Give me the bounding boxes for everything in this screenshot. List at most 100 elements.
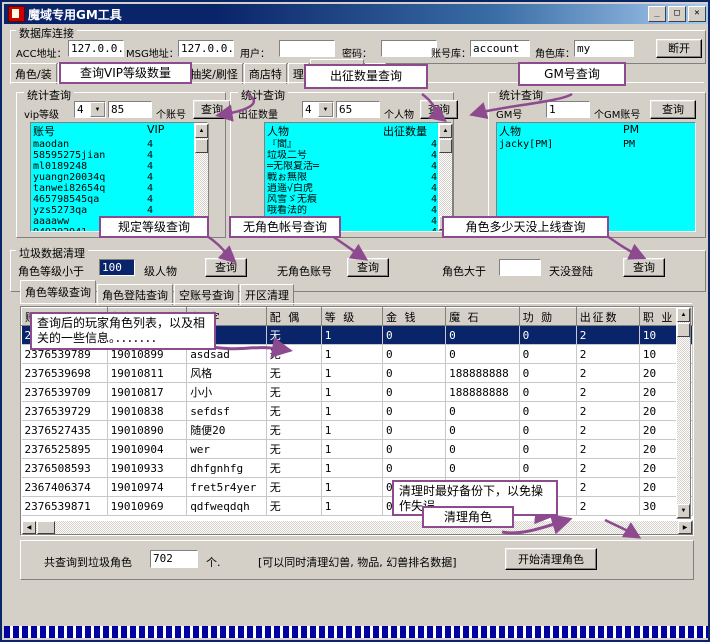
start-cleanup-button[interactable]: 开始清理角色 — [505, 548, 597, 570]
list-item[interactable]: 垃圾二号4 — [265, 150, 451, 161]
list-item[interactable]: yuangn20034q4 — [31, 172, 207, 183]
level-threshold-input[interactable]: 100 — [99, 259, 135, 276]
vip-list-scrollbar[interactable]: ▲ ▼ — [194, 123, 209, 231]
table-row[interactable]: 2367406374 19010974 fret5r4yer 无 1 0 0 0… — [22, 478, 693, 497]
gm-number-input[interactable]: 1 — [546, 101, 590, 118]
cell-level: 1 — [321, 459, 382, 478]
battle-query-button[interactable]: 查询 — [420, 100, 458, 119]
table-row[interactable]: 2376539729 19010838 sefdsf 无 1 0 0 0 2 2… — [22, 402, 693, 421]
scroll-thumb-h[interactable] — [37, 521, 55, 534]
msg-address-input[interactable]: 127.0.0.1 — [178, 40, 234, 57]
grid-vertical-scrollbar[interactable]: ▲ ▼ — [676, 307, 691, 519]
tab-empty-account-query[interactable]: 空账号查询 — [174, 284, 239, 305]
list-item[interactable]: 465798545qa4 — [31, 194, 207, 205]
vip-level-combo[interactable]: 4 ▼ — [74, 101, 106, 118]
scroll-up-icon[interactable]: ▲ — [195, 124, 208, 138]
cell-merit: 0 — [519, 364, 576, 383]
col-magic-stone[interactable]: 魔 石 — [446, 308, 519, 326]
list-item[interactable]: 戰ぉ無限4 — [265, 172, 451, 183]
col-money[interactable]: 金 钱 — [382, 308, 445, 326]
cell-money: 0 — [382, 364, 445, 383]
cell-role-id: 19010838 — [107, 402, 187, 421]
cell-name: wer — [187, 440, 267, 459]
footer-hint-label: [可以同时清理幻兽, 物品, 幻兽排名数据] — [258, 554, 457, 570]
list-item[interactable]: 哦看法的4 — [265, 205, 451, 216]
tab-role-equip[interactable]: 角色/装 — [10, 63, 57, 84]
scroll-thumb[interactable] — [195, 139, 208, 153]
cell-magic-stone: 0 — [446, 326, 519, 345]
list-item[interactable]: 58595275jian4 — [31, 150, 207, 161]
total-count-input[interactable]: 702 — [150, 550, 198, 568]
tab-lottery-monster[interactable]: 抽奖/刷怪 — [185, 63, 243, 84]
scroll-up-icon[interactable]: ▲ — [439, 124, 452, 138]
account-db-input[interactable]: account — [470, 40, 530, 57]
scroll-left-icon[interactable]: ◀ — [22, 521, 36, 534]
list-item[interactable]: ml01892484 — [31, 161, 207, 172]
list-item[interactable]: ═无限复活═4 — [265, 161, 451, 172]
battle-count-input[interactable]: 65 — [336, 101, 380, 118]
vip-stats-label: 统计查询 — [24, 87, 74, 103]
table-row[interactable]: 2376539871 19010969 qdfweqdqh 无 1 0 0 0 … — [22, 497, 693, 516]
scroll-down-icon[interactable]: ▼ — [677, 504, 690, 518]
scroll-right-icon[interactable]: ▶ — [678, 521, 692, 534]
list-item[interactable]: tanwei82654q4 — [31, 183, 207, 194]
col-battle-count[interactable]: 出征数 — [576, 308, 639, 326]
callout-grid-note: 查询后的玩家角色列表，以及相关的一些信息。．．．．．．． — [30, 312, 216, 350]
user-input[interactable] — [279, 40, 335, 57]
table-row[interactable]: 2376527435 19010890 随便20 无 1 0 0 0 2 20 — [22, 421, 693, 440]
list-item[interactable]: jacky[PM]PM — [497, 139, 695, 150]
acc-address-input[interactable]: 127.0.0.1 — [68, 40, 124, 57]
vip-row-name: yuangn20034q — [33, 172, 139, 183]
gm-query-button[interactable]: 查询 — [650, 100, 696, 119]
list-item[interactable]: yzs5273qa4 — [31, 205, 207, 216]
close-button[interactable]: ✕ — [688, 6, 706, 22]
battle-list-scrollbar[interactable]: ▲ ▼ — [438, 123, 453, 231]
list-item[interactable]: 『閻』4 — [265, 139, 451, 150]
password-input[interactable] — [381, 40, 437, 57]
battle-count-combo[interactable]: 4 ▼ — [302, 101, 334, 118]
list-item[interactable]: 逍遥√白虎4 — [265, 183, 451, 194]
cell-merit: 0 — [519, 402, 576, 421]
no-role-query-button[interactable]: 查询 — [347, 258, 389, 277]
vip-query-button[interactable]: 查询 — [193, 100, 231, 119]
cell-battle-count: 2 — [576, 402, 639, 421]
tab-shop[interactable]: 商店特 — [244, 63, 287, 84]
scroll-up-icon[interactable]: ▲ — [677, 308, 690, 322]
level-query-button[interactable]: 查询 — [205, 258, 247, 277]
acc-address-label: ACC地址： — [16, 45, 67, 60]
cell-spouse: 无 — [266, 326, 321, 345]
table-row[interactable]: 2376539709 19010817 小小 无 1 0 188888888 0… — [22, 383, 693, 402]
minimize-button[interactable]: _ — [648, 6, 666, 22]
battle-header-name: 人物 — [267, 123, 375, 139]
vip-count-input[interactable]: 85 — [108, 101, 152, 118]
table-row[interactable]: 2376525895 19010904 wer 无 1 0 0 0 2 20 — [22, 440, 693, 459]
no-role-account-label: 无角色账号 — [277, 263, 332, 279]
total-label: 共查询到垃圾角色 — [44, 554, 132, 570]
days-query-button[interactable]: 查询 — [623, 258, 665, 277]
tab-role-login-query[interactable]: 角色登陆查询 — [97, 284, 173, 305]
callout-level-rule: 规定等级查询 — [99, 216, 209, 238]
grid-horizontal-scrollbar[interactable]: ◀ ▶ — [21, 520, 693, 535]
chevron-down-icon[interactable]: ▼ — [90, 102, 105, 117]
battle-combo-value: 4 — [303, 102, 318, 117]
days-threshold-input[interactable] — [499, 259, 541, 276]
tab-role-level-query[interactable]: 角色等级查询 — [20, 280, 96, 303]
col-level[interactable]: 等 级 — [321, 308, 382, 326]
list-item[interactable]: maodan4 — [31, 139, 207, 150]
vip-count-unit-label: 个账号 — [156, 106, 186, 121]
col-spouse[interactable]: 配 偶 — [266, 308, 321, 326]
scroll-thumb[interactable] — [677, 323, 690, 337]
role-db-input[interactable]: my — [574, 40, 634, 57]
scroll-thumb[interactable] — [439, 139, 452, 153]
table-row[interactable]: 2376539698 19010811 风格 无 1 0 188888888 0… — [22, 364, 693, 383]
maximize-button[interactable]: □ — [668, 6, 686, 22]
cell-merit: 0 — [519, 345, 576, 364]
callout-vip-query: 查询VIP等级数量 — [59, 62, 192, 84]
disconnect-button[interactable]: 断开 — [656, 39, 702, 58]
tab-server-open-cleanup[interactable]: 开区清理 — [240, 284, 294, 305]
battle-list-header: 人物 出征数量 — [265, 123, 451, 139]
chevron-down-icon[interactable]: ▼ — [318, 102, 333, 117]
col-merit[interactable]: 功 勋 — [519, 308, 576, 326]
list-item[interactable]: 风雪ゞ无痕4 — [265, 194, 451, 205]
table-row[interactable]: 2376508593 19010933 dhfgnhfg 无 1 0 0 0 2… — [22, 459, 693, 478]
